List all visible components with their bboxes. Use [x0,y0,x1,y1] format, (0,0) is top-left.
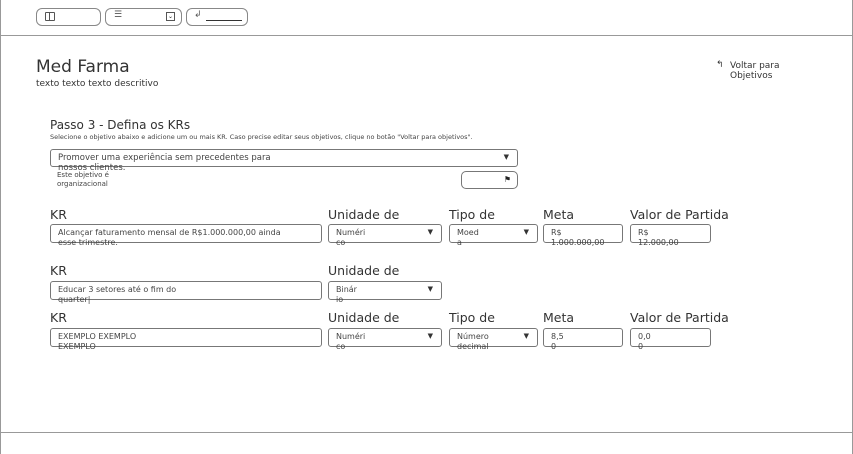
page-subtitle: texto texto texto descritivo [36,79,159,89]
unit-select[interactable]: Binário ▼ [328,281,442,304]
goal-input[interactable]: R$ 1.000.000,00 [543,224,623,247]
start-label: Valor de Partida [630,207,729,222]
kr-label: KR [50,310,67,325]
objective-value: Promover uma experiência sem precedentes… [58,153,271,173]
type-label: Tipo de [449,310,495,325]
goal-input[interactable]: 8,50 [543,328,623,351]
unit-select[interactable]: Numérico ▼ [328,328,442,351]
goal-label: Meta [543,310,575,325]
type-select[interactable]: Moeda ▼ [449,224,538,247]
kr-text-input[interactable]: Educar 3 setores até o fim do quarter| [50,281,322,304]
org-objective-toggle[interactable]: ⚑ [461,171,518,189]
caret-down-icon: ▼ [523,332,529,340]
back-label: Voltar para Objetivos [730,61,780,81]
dropdown-icon: ⌄ [166,12,175,21]
unit-label: Unidade de [328,263,400,278]
layout-icon [45,12,55,21]
unit-label: Unidade de [328,207,400,222]
step-title: Passo 3 - Defina os KRs [50,118,191,132]
caret-down-icon: ▼ [427,285,433,293]
unit-label: Unidade de [328,310,400,325]
kr-label: KR [50,207,67,222]
start-label: Valor de Partida [630,310,729,325]
type-label: Tipo de [449,207,495,222]
start-value-input[interactable]: 0,00 [630,328,711,351]
field-value: Moeda [457,228,479,247]
field-value: R$ 12.000,00 [638,228,679,247]
caret-down-icon: ▼ [427,228,433,236]
caret-down-icon: ▼ [523,228,529,236]
field-value: Binário [336,285,357,304]
list-icon: ☰ [114,10,123,20]
field-value: 0,00 [638,332,651,351]
field-value: 8,50 [551,332,564,351]
field-value: R$ 1.000.000,00 [551,228,605,247]
layout-toggle[interactable] [36,8,101,26]
field-value: Número decimal [457,332,489,351]
page-title: Med Farma [36,57,130,77]
kr-label: KR [50,263,67,278]
field-value: Alcançar faturamento mensal de R$1.000.0… [58,228,281,247]
flag-icon: ⚑ [503,175,511,184]
caret-down-icon: ▼ [503,153,509,161]
step-description: Selecione o objetivo abaixo e adicione u… [50,133,473,141]
caret-down-icon: ▼ [427,332,433,340]
return-icon: ↲ [194,10,202,20]
unit-select[interactable]: Numérico ▼ [328,224,442,247]
back-arrow-icon: ↰ [716,60,724,70]
kr-text-input[interactable]: Alcançar faturamento mensal de R$1.000.0… [50,224,322,247]
link-field[interactable]: ↲ [186,8,248,26]
start-value-input[interactable]: R$ 12.000,00 [630,224,711,247]
field-value: Educar 3 setores até o fim do quarter| [58,285,177,304]
filter-dropdown[interactable]: ☰ ⌄ [105,8,182,26]
type-select[interactable]: Número decimal ▼ [449,328,538,351]
goal-label: Meta [543,207,575,222]
org-objective-label: Este objetivo é organizacional [57,171,109,188]
field-value: Numérico [336,228,366,247]
objective-select[interactable]: Promover uma experiência sem precedentes… [50,149,518,173]
field-value: EXEMPLO EXEMPLO EXEMPLO [58,332,137,351]
field-value: Numérico [336,332,366,351]
back-to-objectives-button[interactable]: ↰ Voltar para Objetivos [716,60,786,81]
kr-text-input[interactable]: EXEMPLO EXEMPLO EXEMPLO [50,328,322,351]
